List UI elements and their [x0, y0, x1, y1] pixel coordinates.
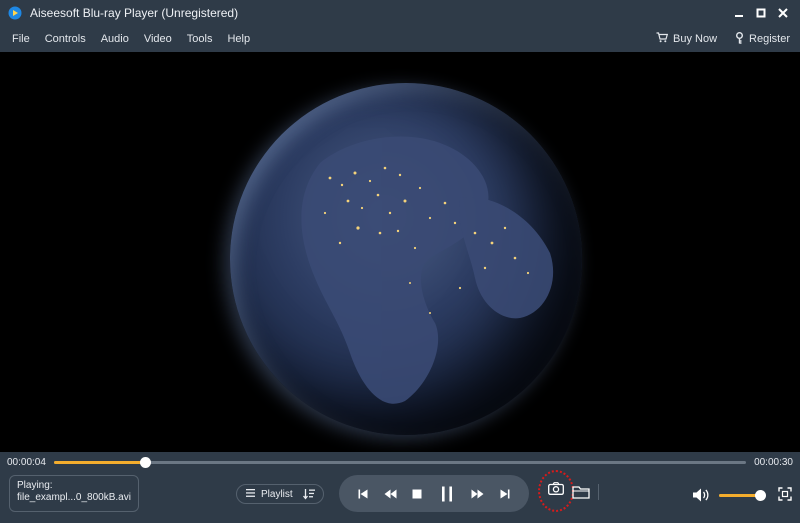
menu-file[interactable]: File [12, 33, 30, 45]
transport-controls [339, 475, 529, 512]
register-label: Register [749, 33, 790, 45]
playlist-button[interactable]: Playlist [236, 484, 324, 504]
key-icon [735, 31, 744, 47]
cart-icon [656, 32, 669, 46]
folder-icon[interactable] [572, 484, 590, 500]
pause-icon[interactable] [435, 475, 459, 512]
control-panel: 00:00:04 00:00:30 Playing: file_exampl..… [0, 452, 800, 523]
seek-handle[interactable] [140, 457, 152, 468]
video-display[interactable] [0, 52, 800, 452]
buy-now-button[interactable]: Buy Now [656, 32, 717, 46]
playlist-label: Playlist [261, 488, 293, 500]
stop-icon[interactable] [405, 475, 429, 512]
menu-tools[interactable]: Tools [187, 33, 213, 45]
volume-slider[interactable] [719, 490, 767, 501]
register-button[interactable]: Register [735, 31, 790, 47]
playing-file-name: file_exampl...0_800kB.avi [17, 492, 131, 503]
seek-progress [54, 461, 146, 464]
menu-right: Buy Now Register [656, 26, 790, 52]
fast-forward-icon[interactable] [465, 475, 489, 512]
control-divider [598, 484, 599, 500]
window-title: Aiseesoft Blu-ray Player (Unregistered) [30, 6, 239, 20]
maximize-icon[interactable] [750, 0, 772, 26]
list-icon [246, 488, 255, 500]
fullscreen-icon[interactable] [778, 487, 792, 501]
menu-bar: File Controls Audio Video Tools Help Buy… [0, 26, 800, 52]
sort-icon[interactable] [302, 488, 315, 503]
snapshot-highlight-ring [538, 470, 574, 512]
playing-label: Playing: [17, 480, 53, 491]
minimize-icon[interactable] [728, 0, 750, 26]
snapshot-button[interactable] [538, 470, 574, 512]
total-time: 00:00:30 [754, 457, 793, 468]
rewind-icon[interactable] [378, 475, 402, 512]
buy-now-label: Buy Now [673, 33, 718, 45]
menu-video[interactable]: Video [144, 33, 172, 45]
menu-controls[interactable]: Controls [45, 33, 86, 45]
skip-previous-icon[interactable] [351, 475, 375, 512]
video-frame-earth [230, 83, 582, 435]
title-bar: Aiseesoft Blu-ray Player (Unregistered) [0, 0, 800, 26]
play-logo-icon [8, 6, 22, 20]
menu-help[interactable]: Help [227, 33, 250, 45]
seek-bar[interactable] [54, 457, 746, 468]
volume-level [719, 494, 761, 497]
skip-next-icon[interactable] [493, 475, 517, 512]
close-icon[interactable] [772, 0, 794, 26]
window-controls [728, 0, 794, 26]
now-playing-box: Playing: file_exampl...0_800kB.avi [9, 475, 139, 512]
menu-audio[interactable]: Audio [101, 33, 129, 45]
volume-icon[interactable] [692, 487, 710, 503]
current-time: 00:00:04 [7, 457, 46, 468]
